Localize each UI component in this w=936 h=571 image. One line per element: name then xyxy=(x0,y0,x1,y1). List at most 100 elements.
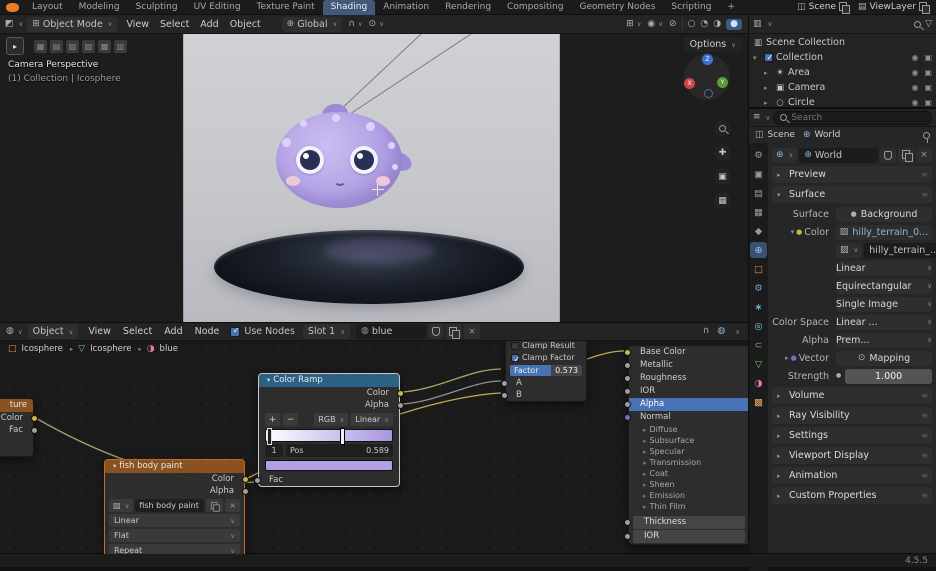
viewport-3d[interactable]: ▸ ▦ ▤ ▨ ▧ ▩ ▥ Options ∨ Camera Perspectiv… xyxy=(0,34,748,322)
tab-constraints[interactable]: ⊂ xyxy=(750,337,767,353)
expand-arrow-icon[interactable]: ▸ xyxy=(764,84,772,92)
tab-modifiers[interactable]: ⚙ xyxy=(750,280,767,296)
preview-sphere-icon[interactable]: ◍ xyxy=(717,327,725,336)
menu-select[interactable]: Select xyxy=(155,15,194,33)
tab-world[interactable]: ⊕ xyxy=(750,242,767,258)
outliner-search-icon[interactable] xyxy=(914,20,922,28)
socket-ior-input[interactable] xyxy=(624,388,631,395)
outliner-row-circle[interactable]: ▸ ○ Circle ◉ ▣ xyxy=(749,95,936,110)
panel-preview[interactable]: ▸ Preview ≡ xyxy=(772,166,932,183)
outliner-editor-icon[interactable]: ▥ xyxy=(753,19,762,29)
paint-slot-icon[interactable]: ▦ xyxy=(34,39,47,53)
navigation-gizmo[interactable]: Z X Y xyxy=(684,54,730,100)
viewlayer-selector[interactable]: ViewLayer xyxy=(867,0,919,14)
socket-ior2-input[interactable] xyxy=(624,533,631,540)
paint-slot-icon[interactable]: ▤ xyxy=(50,39,63,53)
shading-material-icon[interactable]: ◑ xyxy=(713,19,721,29)
workspace-tab-rendering[interactable]: Rendering xyxy=(437,0,499,15)
clamp-factor-checkbox[interactable] xyxy=(511,354,520,366)
surface-shader-button[interactable]: ● Background xyxy=(836,206,932,222)
socket-color-output[interactable] xyxy=(242,475,249,483)
outliner-row-camera[interactable]: ▸ ▣ Camera ◉ ▣ xyxy=(749,80,936,95)
proportional-edit-icon[interactable]: ⊙ xyxy=(369,19,377,29)
render-camera-icon[interactable]: ▣ xyxy=(924,83,932,92)
collection-checkbox[interactable] xyxy=(764,53,773,62)
expand-arrow-icon[interactable]: ▸ xyxy=(764,99,772,107)
outliner-row-area[interactable]: ▸ ☀ Area ◉ ▣ xyxy=(749,65,936,80)
workspace-tab-modeling[interactable]: Modeling xyxy=(71,0,128,15)
workspace-tab-scripting[interactable]: Scripting xyxy=(663,0,719,15)
filter-funnel-icon[interactable]: ▽ xyxy=(925,19,932,29)
socket-thickness-input[interactable] xyxy=(624,519,631,526)
properties-search[interactable] xyxy=(773,110,932,125)
color-ramp-gradient[interactable] xyxy=(265,428,393,445)
show-gizmo-icon[interactable]: ⊞ xyxy=(626,19,634,29)
stop-color-swatch[interactable] xyxy=(265,460,393,471)
workspace-tab-uv-editing[interactable]: UV Editing xyxy=(186,0,249,15)
panel-volume[interactable]: ▸ Volume ≡ xyxy=(772,387,932,404)
ortho-toggle-icon[interactable]: ▦ xyxy=(714,192,731,209)
bsdf-subpanel-emission[interactable]: ▸ Emission xyxy=(629,490,748,501)
breadcrumb-world[interactable]: World xyxy=(815,130,841,140)
remove-stop-button[interactable]: − xyxy=(283,413,298,426)
panel-grip-icon[interactable]: ≡ xyxy=(921,190,928,199)
bsdf-subpanel-thin-film[interactable]: ▸ Thin Film xyxy=(629,501,748,512)
panel-ray-visibility[interactable]: ▸ Ray Visibility ≡ xyxy=(772,407,932,424)
active-tool-icon[interactable]: ▸ xyxy=(6,37,24,55)
workspace-tab-layout[interactable]: Layout xyxy=(24,0,71,15)
workspace-tab-geometry-nodes[interactable]: Geometry Nodes xyxy=(571,0,663,15)
panel-viewport-display[interactable]: ▸ Viewport Display ≡ xyxy=(772,447,932,464)
editor-type-icon[interactable]: ◩ xyxy=(5,19,14,29)
image-name-field[interactable]: hilly_terrain_... xyxy=(864,242,936,258)
axis-z-handle[interactable]: Z xyxy=(702,54,713,65)
bsdf-subpanel-sheen[interactable]: ▸ Sheen xyxy=(629,479,748,490)
socket-alpha-output[interactable] xyxy=(242,487,249,495)
tab-output[interactable]: ▤ xyxy=(750,185,767,201)
breadcrumb-mesh[interactable]: Icosphere xyxy=(90,344,131,354)
socket-base-color-input[interactable] xyxy=(624,349,631,356)
panel-grip-icon[interactable]: ≡ xyxy=(921,170,928,179)
panel-settings[interactable]: ▸ Settings ≡ xyxy=(772,427,932,444)
socket-alpha-input[interactable] xyxy=(624,401,631,408)
menu-add[interactable]: Add xyxy=(159,323,187,340)
animate-dot-icon[interactable]: ● xyxy=(836,373,841,379)
menu-view[interactable]: View xyxy=(83,323,116,340)
alpha-mode-dropdown[interactable]: Prem... ∨ xyxy=(836,332,932,348)
fake-user-button[interactable] xyxy=(880,147,896,163)
image-browse-button[interactable]: ▨ ∨ xyxy=(109,499,134,512)
breadcrumb-scene[interactable]: Scene xyxy=(768,130,795,140)
outliner-row-scene-collection[interactable]: ▥ Scene Collection xyxy=(749,35,936,50)
node-principled-bsdf[interactable]: Base Color Metallic Roughness IOR Alpha … xyxy=(624,345,748,545)
expand-arrow-icon[interactable]: ▾ xyxy=(753,54,761,62)
tab-texture[interactable]: ▩ xyxy=(750,394,767,410)
new-viewlayer-icon[interactable] xyxy=(919,2,930,14)
panel-grip-icon[interactable]: ≡ xyxy=(921,391,928,400)
bsdf-subpanel-diffuse[interactable]: ▸ Diffuse xyxy=(629,424,748,435)
tab-render[interactable]: ▣ xyxy=(750,166,767,182)
tab-tool[interactable]: ⚙ xyxy=(750,147,767,163)
node-image-texture[interactable]: ▾ fish body paint Color Alpha ▨ ∨ fish bod… xyxy=(104,459,249,554)
stop-index-field[interactable]: 1 xyxy=(265,444,283,457)
mode-dropdown[interactable]: ⊞ Object Mode ∨ xyxy=(27,16,118,32)
expand-arrow-icon[interactable]: ▸ xyxy=(764,69,772,77)
color-mode-dropdown[interactable]: RGB ∨ xyxy=(314,413,349,426)
paint-slot-icon[interactable]: ▩ xyxy=(98,39,111,53)
image-name-field[interactable]: fish body paint xyxy=(135,499,205,512)
workspace-tab-texture-paint[interactable]: Texture Paint xyxy=(249,0,323,15)
socket-color-output[interactable] xyxy=(397,389,404,397)
panel-surface[interactable]: ▾ Surface ≡ xyxy=(772,186,932,203)
workspace-tab-shading[interactable]: Shading xyxy=(322,0,376,15)
workspace-tab-compositing[interactable]: Compositing xyxy=(499,0,571,15)
panel-custom-properties[interactable]: ▸ Custom Properties ≡ xyxy=(772,487,932,504)
axis-negz-handle[interactable] xyxy=(704,89,713,98)
outliner-row-collection[interactable]: ▾ Collection ◉▣ xyxy=(749,50,936,65)
copy-material-button[interactable] xyxy=(445,324,462,339)
tab-object[interactable]: □ xyxy=(750,261,767,277)
axis-y-handle[interactable]: Y xyxy=(717,77,728,88)
hide-eye-icon[interactable]: ◉ xyxy=(911,68,918,77)
socket-metallic-input[interactable] xyxy=(624,362,631,369)
blender-logo-icon[interactable] xyxy=(6,2,19,12)
breadcrumb-object[interactable]: Icosphere xyxy=(22,344,63,354)
bsdf-subpanel-transmission[interactable]: ▸ Transmission xyxy=(629,457,748,468)
snap-magnet-icon[interactable]: ∩ xyxy=(703,327,710,336)
